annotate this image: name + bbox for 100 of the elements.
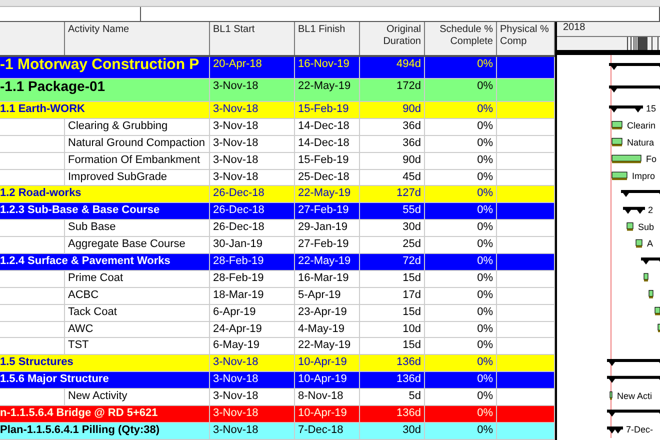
- duration: 15d: [360, 338, 425, 354]
- task-bar: [612, 121, 622, 130]
- duration: 55d: [360, 203, 425, 220]
- wbs-row[interactable]: 1.2 Road-works 26-Dec-18 22-May-19 127d 0%: [0, 186, 555, 204]
- activity-name: 1.5 Structures: [0, 355, 210, 372]
- activity-name: Aggregate Base Course: [65, 237, 210, 254]
- activity-name: Tack Coat: [65, 304, 210, 321]
- schedule-percent: 0%: [425, 152, 497, 169]
- finish-date: 10-Apr-19: [295, 372, 360, 388]
- start-date: 3-Nov-18: [210, 79, 295, 101]
- duration: 45d: [360, 170, 425, 186]
- task-bar: [612, 172, 628, 180]
- task-bar: [610, 391, 612, 400]
- schedule-percent: 0%: [425, 270, 497, 287]
- schedule-percent: 0%: [425, 57, 497, 78]
- start-date: 3-Nov-18: [210, 355, 295, 372]
- start-date: 3-Nov-18: [210, 118, 295, 135]
- start-date: 3-Nov-18: [210, 389, 295, 406]
- activity-row[interactable]: AWC 24-Apr-19 4-May-19 10d 0%: [0, 322, 555, 338]
- activity-row[interactable]: ACBC 18-Mar-19 5-Apr-19 17d 0%: [0, 288, 555, 305]
- wbs-row[interactable]: 1.2.4 Surface & Pavement Works 28-Feb-19 22-May-19 72d 0%: [0, 254, 555, 271]
- task-bar: [612, 154, 642, 164]
- summary-bar: [607, 358, 660, 366]
- finish-date: 27-Feb-19: [295, 203, 360, 220]
- activity-row[interactable]: TST 6-May-19 22-May-19 15d 0%: [0, 338, 555, 356]
- task-bar: [612, 138, 622, 146]
- bar-label: Sub: [638, 222, 654, 232]
- schedule-percent: 0%: [425, 254, 497, 270]
- activity-name: 1.2.4 Surface & Pavement Works: [0, 254, 210, 270]
- bar-label: A: [647, 238, 654, 249]
- duration: 5d: [360, 389, 425, 406]
- activity-name: ACBC: [65, 288, 210, 304]
- schedule-percent: 0%: [425, 102, 497, 118]
- duration: 172d: [360, 79, 425, 101]
- activity-row[interactable]: Clearing & Grubbing 3-Nov-18 14-Dec-18 36d 0%: [0, 118, 555, 136]
- schedule-percent: 0%: [425, 304, 497, 321]
- task-bar: [658, 324, 660, 332]
- duration: 72d: [360, 254, 425, 270]
- finish-date: 23-Apr-19: [295, 304, 360, 321]
- wbs-row[interactable]: Plan-1.1.5.6.4.1 Pilling (Qty:38) 3-Nov-18 7-Dec-18 30d 0%: [0, 422, 555, 440]
- schedule-percent: 0%: [425, 203, 497, 220]
- start-date: 3-Nov-18: [210, 152, 295, 169]
- activity-row[interactable]: Prime Coat 28-Feb-19 16-Mar-19 15d 0%: [0, 270, 555, 288]
- wbs-row[interactable]: 1.2.3 Sub-Base & Base Course 26-Dec-18 27-Feb-19 55d 0%: [0, 203, 555, 220]
- column-header[interactable]: Physical % Comp: [497, 22, 555, 55]
- start-date: 28-Feb-19: [210, 254, 295, 270]
- finish-date: 15-Feb-19: [295, 102, 360, 118]
- activity-name: 1.5.6 Major Structure: [0, 372, 210, 388]
- activity-row[interactable]: Tack Coat 6-Apr-19 23-Apr-19 15d 0%: [0, 304, 555, 322]
- finish-date: 22-May-19: [295, 186, 360, 202]
- column-header[interactable]: BL1 Start: [210, 22, 295, 55]
- activity-name: -1.1 Package-01: [0, 79, 210, 101]
- finish-date: 14-Dec-18: [295, 136, 360, 152]
- wbs-row[interactable]: -1.1 Package-01 3-Nov-18 22-May-19 172d 0%: [0, 79, 555, 102]
- bar-label: 2: [648, 204, 654, 215]
- wbs-row[interactable]: 1.5 Structures 3-Nov-18 10-Apr-19 136d 0%: [0, 355, 555, 372]
- finish-date: 4-May-19: [295, 322, 360, 338]
- activity-name: TST: [65, 338, 210, 354]
- finish-date: 15-Feb-19: [295, 152, 360, 169]
- bar-label: Natura: [627, 137, 654, 148]
- activity-row[interactable]: Sub Base 26-Dec-18 29-Jan-19 30d 0%: [0, 220, 555, 238]
- start-date: 18-Mar-19: [210, 288, 295, 304]
- wbs-row[interactable]: 1.5.6 Major Structure 3-Nov-18 10-Apr-19 136d 0%: [0, 372, 555, 390]
- column-header[interactable]: Schedule % Complete: [425, 22, 497, 55]
- schedule-percent: 0%: [425, 355, 497, 372]
- task-bar: [626, 222, 634, 231]
- task-bar: [648, 290, 654, 298]
- bar-label: Clearin: [627, 120, 656, 130]
- activity-row[interactable]: Improved SubGrade 3-Nov-18 25-Dec-18 45d 0%: [0, 170, 555, 186]
- task-bar: [636, 239, 642, 248]
- column-header[interactable]: Activity Name: [65, 22, 210, 55]
- wbs-row[interactable]: -1 Motorway Construction P 20-Apr-18 16-Nov-19 494d 0%: [0, 57, 555, 79]
- column-header[interactable]: BL1 Finish: [295, 22, 360, 55]
- schedule-percent: 0%: [425, 389, 497, 406]
- activity-row[interactable]: Formation Of Embankment 3-Nov-18 15-Feb-19 90d 0%: [0, 152, 555, 170]
- summary-bar: [609, 86, 660, 92]
- duration: 90d: [360, 152, 425, 169]
- duration: 136d: [360, 406, 425, 422]
- start-date: 24-Apr-19: [210, 322, 295, 338]
- column-header[interactable]: Original Duration: [360, 22, 425, 55]
- finish-date: 22-May-19: [295, 79, 360, 101]
- bar-label: 15: [646, 103, 656, 114]
- activity-name: AWC: [65, 322, 210, 338]
- activity-row[interactable]: Aggregate Base Course 30-Jan-19 27-Feb-19 25d 0%: [0, 237, 555, 254]
- activity-row[interactable]: New Activity 3-Nov-18 8-Nov-18 5d 0%: [0, 389, 555, 406]
- summary-bar: [609, 63, 660, 70]
- duration: 15d: [360, 270, 425, 287]
- wbs-row[interactable]: n-1.1.5.6.4 Bridge @ RD 5+621 3-Nov-18 10-Apr-19 136d 0%: [0, 406, 555, 423]
- wbs-row[interactable]: 1.1 Earth-WORK 3-Nov-18 15-Feb-19 90d 0%: [0, 102, 555, 119]
- start-date: 3-Nov-18: [210, 170, 295, 186]
- activity-name: n-1.1.5.6.4 Bridge @ RD 5+621: [0, 406, 210, 422]
- finish-date: 5-Apr-19: [295, 288, 360, 304]
- activity-name: Clearing & Grubbing: [65, 118, 210, 135]
- activity-row[interactable]: Natural Ground Compaction 3-Nov-18 14-Dec-18 36d 0%: [0, 136, 555, 153]
- duration: 90d: [360, 102, 425, 118]
- duration: 30d: [360, 422, 425, 439]
- summary-bar: [609, 105, 643, 112]
- timescale-ticks: [627, 37, 659, 50]
- schedule-percent: 0%: [425, 186, 497, 202]
- finish-date: 8-Nov-18: [295, 389, 360, 406]
